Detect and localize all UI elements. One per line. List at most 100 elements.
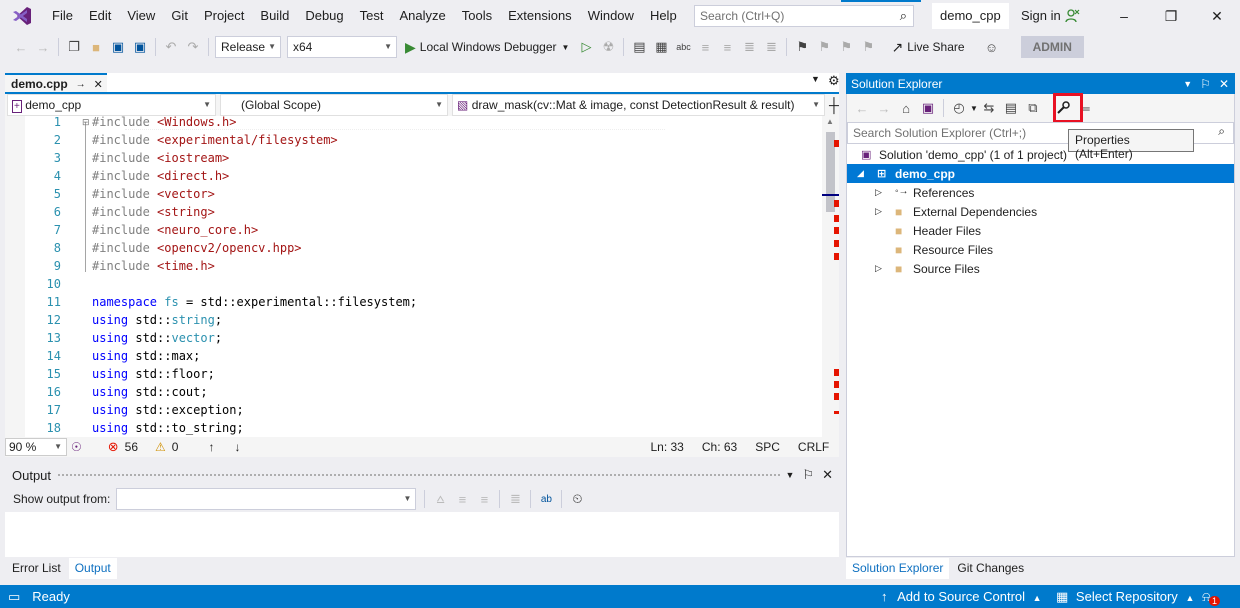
menu-test[interactable]: Test <box>352 0 392 32</box>
notifications-button[interactable]: ⍾ 1 <box>1202 589 1221 606</box>
menu-window[interactable]: Window <box>580 0 642 32</box>
code-line[interactable]: using std::cout; <box>92 385 208 399</box>
prev-bookmark-icon[interactable]: ⚑ <box>813 36 835 58</box>
live-share-button[interactable]: ↗ Live Share <box>891 39 964 56</box>
settings-gear-icon[interactable]: ⚙ <box>828 73 840 89</box>
pin-icon[interactable]: ⚐ <box>1200 77 1211 91</box>
code-line[interactable]: namespace fs = std::experimental::filesy… <box>92 295 417 309</box>
sync-icon[interactable]: ⇆ <box>978 97 1000 119</box>
clear-bookmarks-icon[interactable]: ⚑ <box>857 36 879 58</box>
person-icon[interactable] <box>1064 8 1080 27</box>
menu-debug[interactable]: Debug <box>297 0 351 32</box>
collapse-all-icon[interactable]: ▤ <box>1000 97 1022 119</box>
switch-views-icon[interactable]: ▣ <box>917 97 939 119</box>
pin-icon[interactable]: → <box>76 79 86 90</box>
clear-all-icon[interactable]: ≣ <box>504 488 526 510</box>
outdent-icon[interactable]: ≣ <box>760 36 782 58</box>
word-wrap-icon[interactable]: ab <box>535 488 557 510</box>
function-select[interactable]: ▧ draw_mask(cv::Mat & image, const Detec… <box>452 94 825 116</box>
indent-icon[interactable]: ≣ <box>738 36 760 58</box>
intellicode-icon[interactable]: ☉ <box>71 440 82 454</box>
restore-button[interactable]: ❐ <box>1148 0 1194 32</box>
prev-message-icon[interactable]: ≡ <box>451 488 473 510</box>
spellcheck-icon[interactable]: abc <box>672 36 694 58</box>
code-line[interactable]: #include <neuro_core.h> <box>92 223 258 237</box>
previous-issue-icon[interactable]: ↑ <box>208 440 214 454</box>
code-line[interactable]: #include <direct.h> <box>92 169 229 183</box>
tab-git-changes[interactable]: Git Changes <box>951 558 1030 578</box>
forward-icon[interactable]: → <box>32 36 54 58</box>
back-icon[interactable]: ← <box>851 97 873 119</box>
vertical-scrollbar[interactable]: ▲ <box>822 116 839 437</box>
code-editor[interactable]: ⊟ 1 #include <Windows.h> 2 #include <experi… <box>5 116 839 437</box>
chevron-down-icon[interactable]: ▼ <box>970 104 978 113</box>
warning-icon[interactable]: ⚠ <box>155 440 166 454</box>
tree-item-external-dependencies[interactable]: ▷ ■ External Dependencies <box>847 202 1234 221</box>
uncomment-icon[interactable]: ≡ <box>716 36 738 58</box>
collapsed-arrow-icon[interactable]: ▷ <box>875 263 889 274</box>
tab-solution-explorer[interactable]: Solution Explorer <box>846 557 950 579</box>
platform-select[interactable]: x64 ▼ <box>287 36 397 58</box>
error-icon[interactable]: ⊗ <box>108 439 119 455</box>
find-message-icon[interactable]: ⩟ <box>429 488 451 510</box>
pending-changes-filter-icon[interactable]: ◴ <box>948 97 970 119</box>
next-issue-icon[interactable]: ↓ <box>234 440 240 454</box>
close-icon[interactable]: ✕ <box>1219 77 1229 91</box>
scroll-up-icon[interactable]: ▲ <box>826 117 834 126</box>
code-line[interactable]: using std::to_string; <box>92 421 244 435</box>
undo-icon[interactable]: ↶ <box>160 36 182 58</box>
hot-reload-icon[interactable]: ☢ <box>597 36 619 58</box>
split-editor-icon[interactable]: ┼ <box>829 97 839 113</box>
expanded-arrow-icon[interactable]: ◢ <box>857 168 871 179</box>
tree-item-resource-files[interactable]: ■ Resource Files <box>847 240 1234 259</box>
close-tab-icon[interactable]: ✕ <box>94 78 103 91</box>
clock-icon[interactable]: ⏲ <box>566 488 588 510</box>
code-line[interactable]: #include <Windows.h> <box>92 116 237 129</box>
collapsed-arrow-icon[interactable]: ▷ <box>875 206 889 217</box>
home-icon[interactable]: ⌂ <box>895 97 917 119</box>
select-repository-button[interactable]: ▦ Select Repository ▲ <box>1056 589 1194 605</box>
show-all-files-icon[interactable]: ⧉ <box>1022 97 1044 119</box>
whitespace-mode[interactable]: SPC <box>755 440 780 454</box>
tree-item-source-files[interactable]: ▷ ■ Source Files <box>847 259 1234 278</box>
global-scope-select[interactable]: (Global Scope) ▼ <box>220 94 448 116</box>
line-ending[interactable]: CRLF <box>798 440 829 454</box>
pin-icon[interactable]: ⚐ <box>802 467 814 483</box>
tab-output[interactable]: Output <box>68 557 117 579</box>
next-message-icon[interactable]: ≡ <box>473 488 495 510</box>
chevron-down-icon[interactable]: ▼ <box>786 470 795 480</box>
tree-item-references[interactable]: ▷ ◦→ References <box>847 183 1234 202</box>
redo-icon[interactable]: ↷ <box>182 36 204 58</box>
code-line[interactable]: #include <experimental/filesystem> <box>92 133 338 147</box>
close-window-button[interactable]: ✕ <box>1194 0 1240 32</box>
save-all-icon[interactable]: ▣ <box>129 36 151 58</box>
next-bookmark-icon[interactable]: ⚑ <box>835 36 857 58</box>
open-folder-icon[interactable]: ■ <box>85 36 107 58</box>
layout-icon[interactable]: ▦ <box>650 36 672 58</box>
code-line[interactable]: using std::string; <box>92 313 222 327</box>
code-line[interactable]: using std::max; <box>92 349 200 363</box>
menu-file[interactable]: File <box>44 0 81 32</box>
tab-error-list[interactable]: Error List <box>6 558 67 578</box>
tree-item-project[interactable]: ◢ ⊞ demo_cpp <box>847 164 1234 183</box>
menu-extensions[interactable]: Extensions <box>500 0 580 32</box>
bookmark-icon[interactable]: ⚑ <box>791 36 813 58</box>
code-line[interactable]: #include <iostream> <box>92 151 229 165</box>
feedback-icon[interactable]: ☺ <box>981 36 1003 58</box>
menu-project[interactable]: Project <box>196 0 252 32</box>
configuration-select[interactable]: Release ▼ <box>215 36 281 58</box>
code-line[interactable]: using std::exception; <box>92 403 244 417</box>
comment-icon[interactable]: ≡ <box>694 36 716 58</box>
search-input[interactable]: Search (Ctrl+Q) ⌕ <box>694 5 914 27</box>
code-line[interactable]: #include <time.h> <box>92 259 215 273</box>
add-source-control-button[interactable]: ↑ Add to Source Control ▲ <box>881 589 1042 604</box>
menu-analyze[interactable]: Analyze <box>391 0 453 32</box>
start-without-debugging-icon[interactable]: ▷ <box>575 36 597 58</box>
project-scope-select[interactable]: + demo_cpp ▼ <box>7 94 216 116</box>
minimize-button[interactable]: – <box>1101 0 1147 32</box>
forward-icon[interactable]: → <box>873 97 895 119</box>
menu-git[interactable]: Git <box>163 0 196 32</box>
new-project-icon[interactable]: ❐ <box>63 36 85 58</box>
sign-in-link[interactable]: Sign in <box>1021 0 1061 32</box>
back-icon[interactable]: ← <box>10 36 32 58</box>
